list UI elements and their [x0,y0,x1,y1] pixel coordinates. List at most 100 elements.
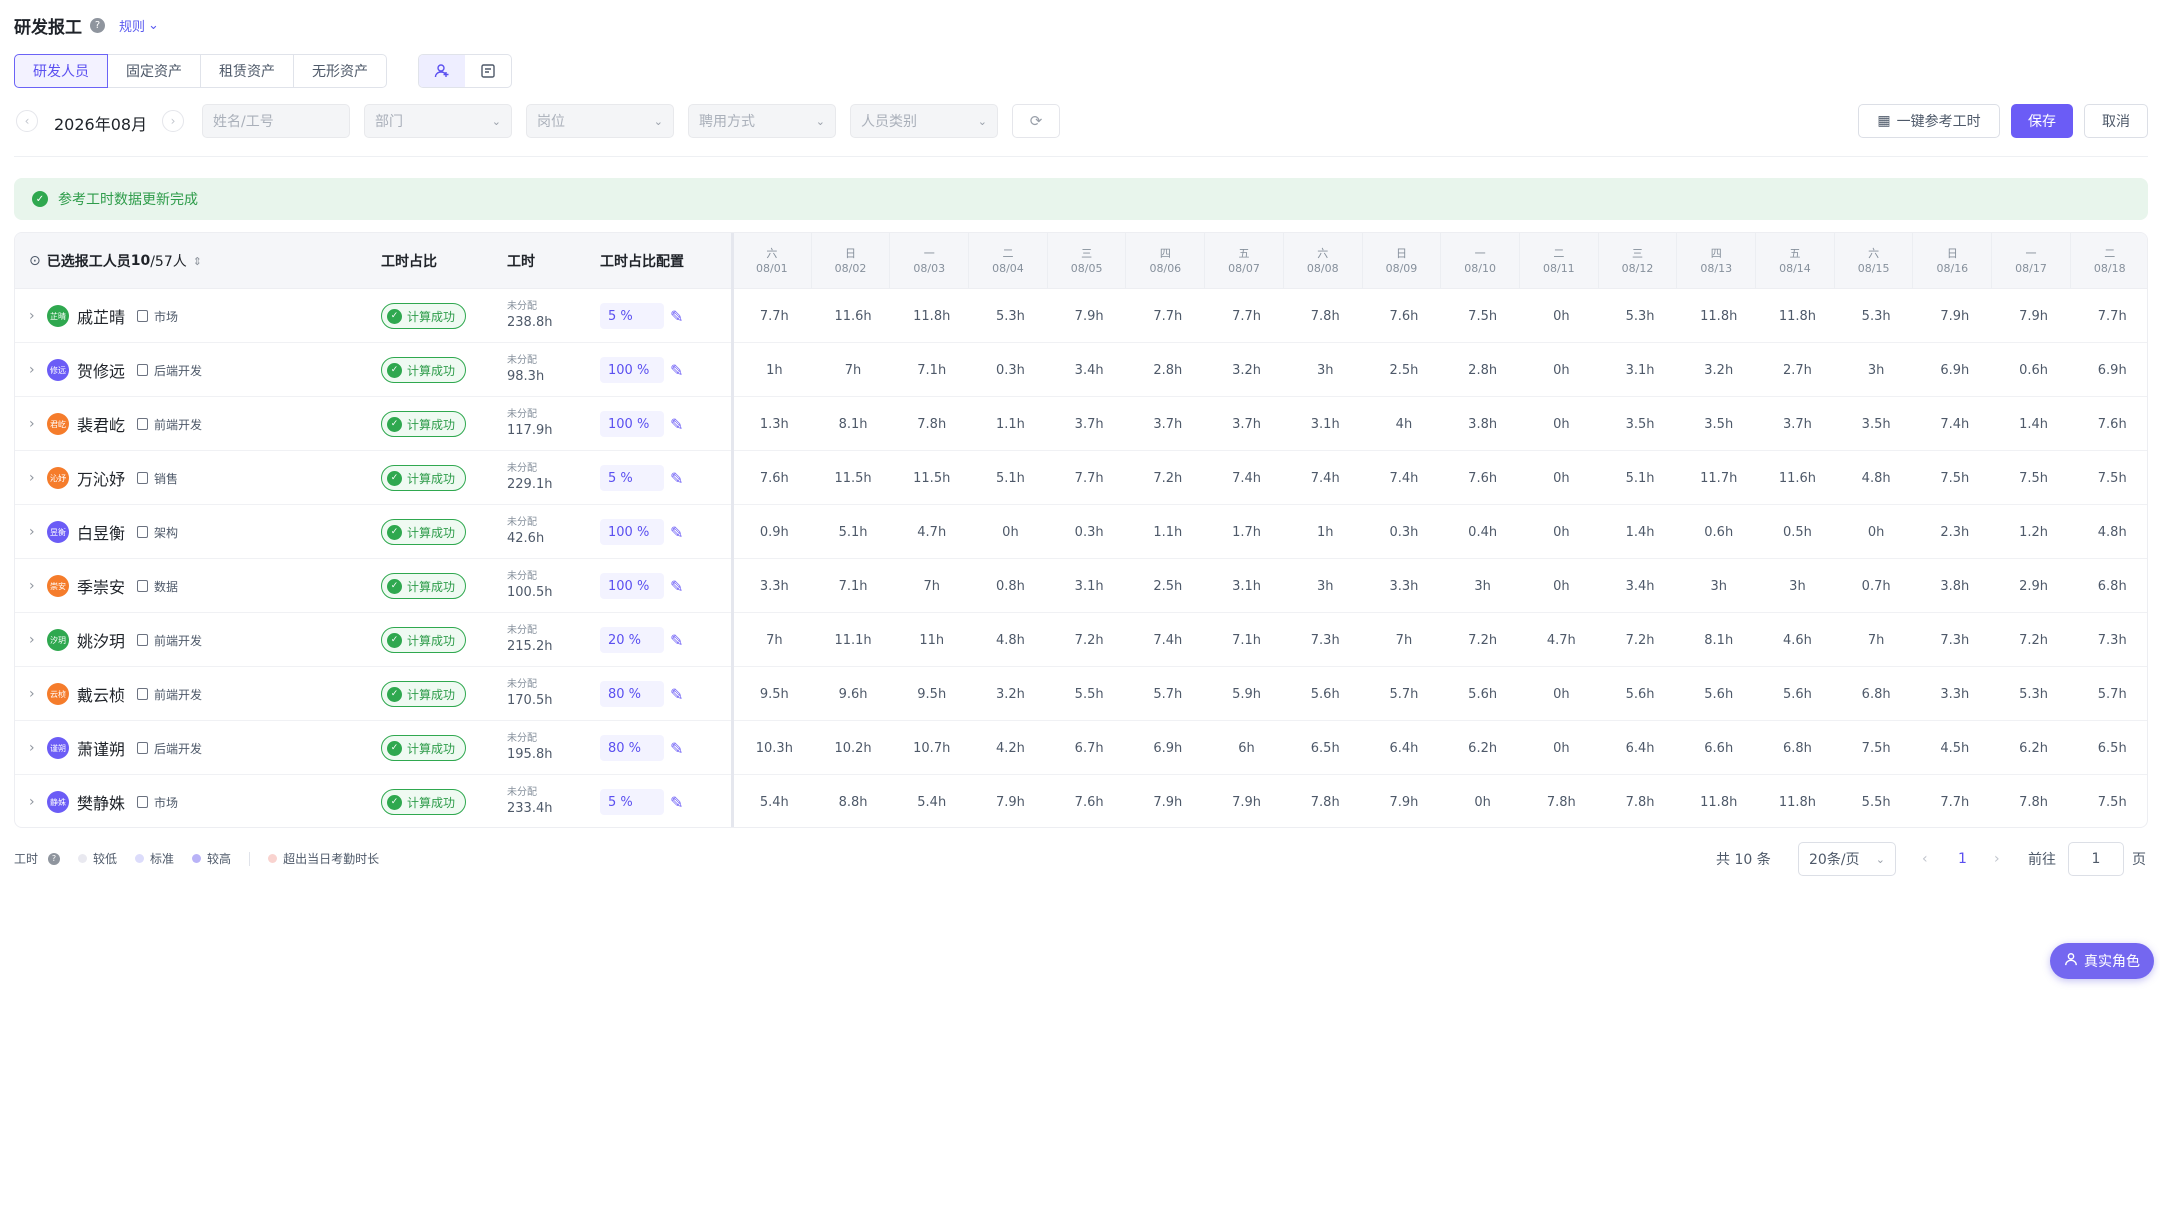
month-picker[interactable]: 2026年08月 [54,111,147,135]
day-hours-cell[interactable]: 5.1h [971,451,1050,505]
day-hours-cell[interactable]: 7.1h [1207,613,1286,667]
day-hours-cell[interactable]: 0.3h [1050,505,1129,559]
day-hours-cell[interactable]: 7.1h [814,559,893,613]
day-hours-cell[interactable]: 7h [1837,613,1916,667]
day-hours-cell[interactable]: 0.3h [971,343,1050,397]
day-hours-cell[interactable]: 11.7h [1679,451,1758,505]
edit-icon[interactable]: ✎ [670,343,683,397]
day-hours-cell[interactable]: 7.5h [2073,451,2147,505]
day-hours-cell[interactable]: 6.9h [2073,343,2147,397]
day-hours-cell[interactable]: 11.5h [892,451,971,505]
day-hours-cell[interactable]: 7.7h [2073,289,2147,343]
day-hours-cell[interactable]: 7.7h [1050,451,1129,505]
day-hours-cell[interactable]: 11h [892,613,971,667]
day-hours-cell[interactable]: 7.5h [1837,721,1916,775]
day-hours-cell[interactable]: 7.3h [1916,613,1995,667]
day-hours-cell[interactable]: 1.4h [1601,505,1680,559]
refresh-icon[interactable]: ⟳ [1012,104,1060,138]
edit-icon[interactable]: ✎ [670,721,683,775]
person-view-icon[interactable] [419,55,465,87]
day-hours-cell[interactable]: 11.8h [892,289,971,343]
tab-fixed-assets[interactable]: 固定资产 [108,54,201,88]
day-hours-cell[interactable]: 7.3h [2073,613,2147,667]
day-hours-cell[interactable]: 7.6h [1443,451,1522,505]
day-hours-cell[interactable]: 5.6h [1443,667,1522,721]
day-hours-cell[interactable]: 6.7h [1050,721,1129,775]
day-hours-cell[interactable]: 7.8h [892,397,971,451]
day-hours-cell[interactable]: 0.3h [1365,505,1444,559]
day-hours-cell[interactable]: 4.6h [1758,613,1837,667]
day-hours-cell[interactable]: 7.4h [1207,451,1286,505]
day-hours-cell[interactable]: 2.3h [1916,505,1995,559]
selected-staff-header[interactable]: ⊙ 已选报工人员 10/57人 ⇕ [29,233,202,289]
day-hours-cell[interactable]: 3.1h [1207,559,1286,613]
employment-select[interactable]: 聘用方式 ⌄ [688,104,836,138]
ratio-input[interactable]: 100 % [600,357,664,383]
ratio-input[interactable]: 100 % [600,411,664,437]
day-hours-cell[interactable]: 6.9h [1916,343,1995,397]
day-hours-cell[interactable]: 11.8h [1758,289,1837,343]
day-hours-cell[interactable]: 7.1h [892,343,971,397]
day-hours-cell[interactable]: 11.5h [814,451,893,505]
table-row[interactable]: › 汐玥 姚汐玥 前端开发 ✓ 计算成功 未分配 215.2h 20 % ✎ 7h 11.1h 11h 4… [15,613,2147,667]
expand-row-icon[interactable]: › [29,775,35,827]
day-hours-cell[interactable]: 3h [1837,343,1916,397]
day-hours-cell[interactable]: 0h [1522,343,1601,397]
day-hours-cell[interactable]: 3h [1758,559,1837,613]
expand-row-icon[interactable]: › [29,451,35,505]
ratio-input[interactable]: 100 % [600,573,664,599]
day-hours-cell[interactable]: 7h [1365,613,1444,667]
day-hours-cell[interactable]: 7h [735,613,814,667]
day-hours-cell[interactable]: 6.5h [1286,721,1365,775]
day-hours-cell[interactable]: 7.7h [1129,289,1208,343]
day-hours-cell[interactable]: 7.8h [1286,775,1365,827]
day-hours-cell[interactable]: 5.4h [892,775,971,827]
day-hours-cell[interactable]: 4.2h [971,721,1050,775]
day-hours-cell[interactable]: 0h [1837,505,1916,559]
help-icon[interactable]: ? [90,17,105,33]
day-hours-cell[interactable]: 1h [1286,505,1365,559]
day-hours-cell[interactable]: 0.5h [1758,505,1837,559]
table-row[interactable]: › 芷晴 戚芷晴 市场 ✓ 计算成功 未分配 238.8h 5 % ✎ 7.7h 11.6h 11.8h… [15,289,2147,343]
day-hours-cell[interactable]: 0.8h [971,559,1050,613]
edit-icon[interactable]: ✎ [670,451,683,505]
day-hours-cell[interactable]: 3.2h [971,667,1050,721]
day-hours-cell[interactable]: 3.5h [1679,397,1758,451]
edit-icon[interactable]: ✎ [670,613,683,667]
day-hours-cell[interactable]: 7.6h [735,451,814,505]
day-hours-cell[interactable]: 7.6h [1050,775,1129,827]
day-hours-cell[interactable]: 2.7h [1758,343,1837,397]
day-hours-cell[interactable]: 7.6h [2073,397,2147,451]
day-hours-cell[interactable]: 5.7h [2073,667,2147,721]
table-row[interactable]: › 谨朔 萧谨朔 后端开发 ✓ 计算成功 未分配 195.8h 80 % ✎ 10.3h 10.2h 1… [15,721,2147,775]
day-hours-cell[interactable]: 7.9h [1916,289,1995,343]
day-hours-cell[interactable]: 0.6h [1679,505,1758,559]
real-role-button[interactable]: 真实角色 [2050,943,2154,979]
table-row[interactable]: › 静姝 樊静姝 市场 ✓ 计算成功 未分配 233.4h 5 % ✎ 5.4h 8.8h 5.4h 7.… [15,775,2147,827]
document-view-icon[interactable] [465,55,511,87]
name-search-input[interactable]: 姓名/工号 [202,104,350,138]
ratio-input[interactable]: 5 % [600,789,664,815]
day-hours-cell[interactable]: 2.8h [1443,343,1522,397]
day-hours-cell[interactable]: 11.8h [1758,775,1837,827]
day-hours-cell[interactable]: 5.6h [1758,667,1837,721]
day-hours-cell[interactable]: 3.4h [1601,559,1680,613]
day-hours-cell[interactable]: 3.5h [1601,397,1680,451]
day-hours-cell[interactable]: 3.7h [1758,397,1837,451]
day-hours-cell[interactable]: 3.1h [1286,397,1365,451]
day-hours-cell[interactable]: 3.1h [1601,343,1680,397]
day-hours-cell[interactable]: 5.6h [1286,667,1365,721]
day-hours-cell[interactable]: 4.7h [892,505,971,559]
day-hours-cell[interactable]: 7.4h [1286,451,1365,505]
day-hours-cell[interactable]: 3.3h [735,559,814,613]
day-hours-cell[interactable]: 7.2h [1994,613,2073,667]
day-hours-cell[interactable]: 4.8h [1837,451,1916,505]
day-hours-cell[interactable]: 0.9h [735,505,814,559]
day-hours-cell[interactable]: 2.5h [1129,559,1208,613]
day-hours-cell[interactable]: 5.7h [1365,667,1444,721]
day-hours-cell[interactable]: 5.3h [1994,667,2073,721]
day-hours-cell[interactable]: 7h [892,559,971,613]
prev-month-button[interactable]: ‹ [16,110,38,132]
day-hours-cell[interactable]: 8.1h [814,397,893,451]
day-hours-cell[interactable]: 0h [1443,775,1522,827]
